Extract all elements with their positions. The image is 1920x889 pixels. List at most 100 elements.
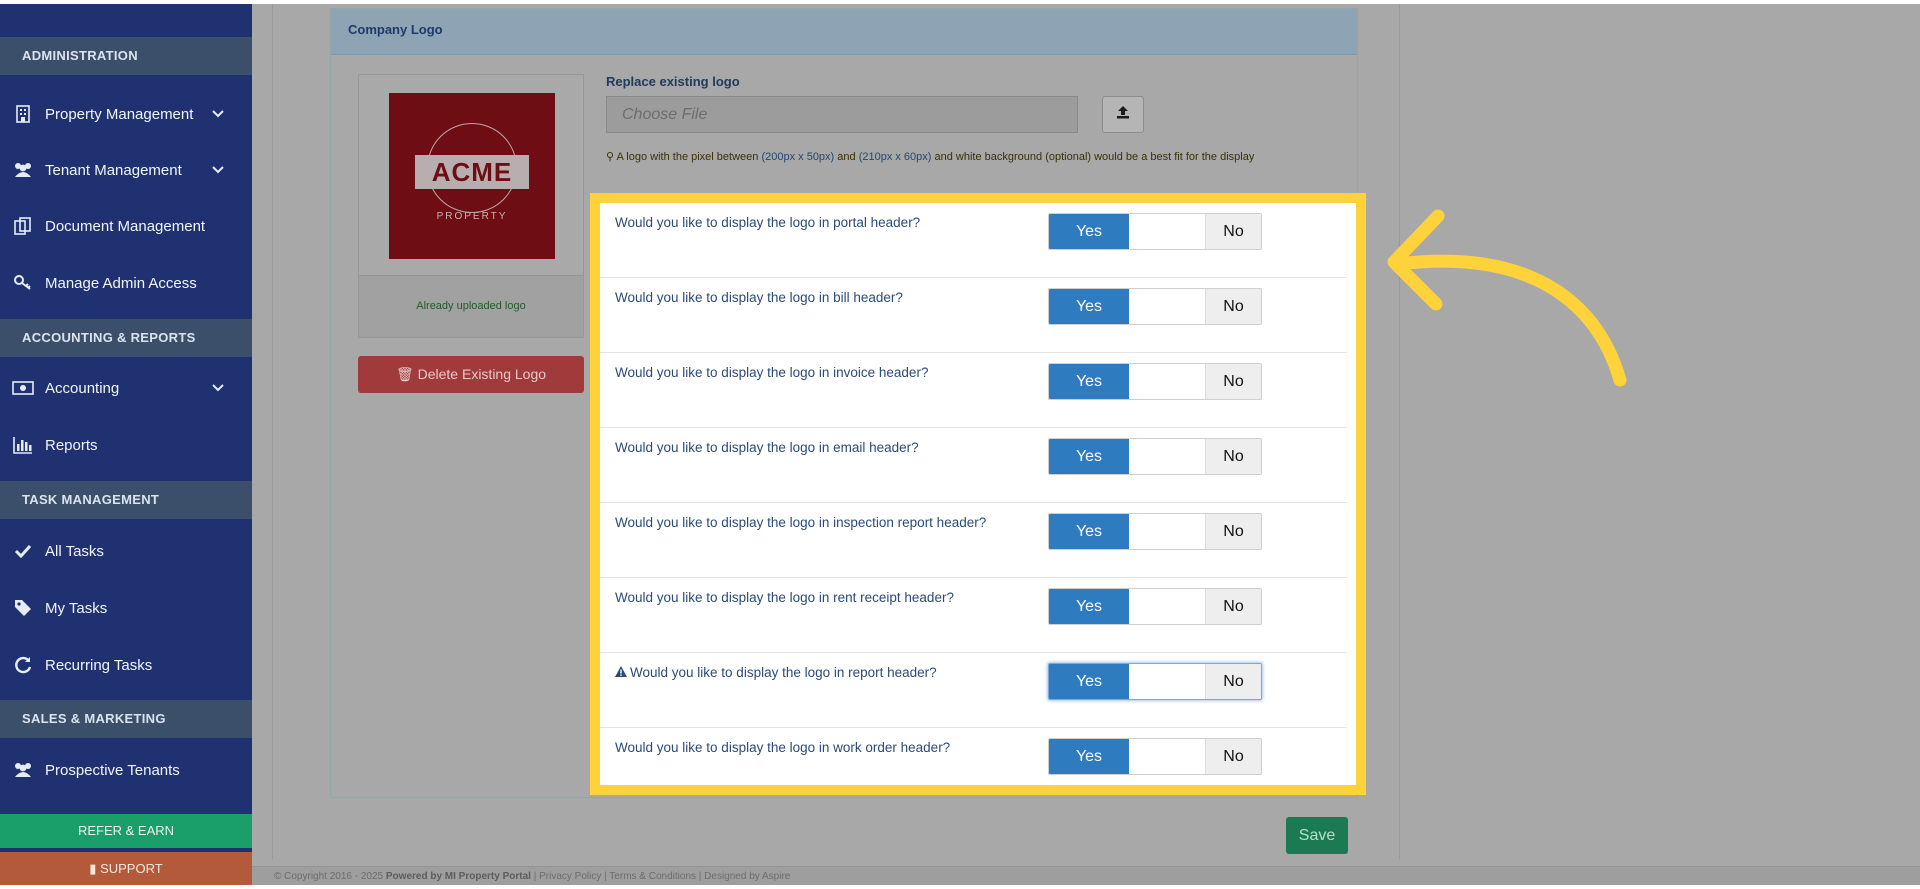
users-icon	[12, 159, 34, 181]
documents-icon	[12, 215, 34, 237]
option-row-work-order-header: Would you like to display the logo in wo…	[600, 728, 1347, 803]
sidebar-item-label: Document Management	[45, 217, 206, 235]
option-question: Would you like to display the logo in in…	[615, 365, 929, 380]
toggle-yes: Yes	[1049, 439, 1129, 474]
building-icon	[12, 103, 34, 125]
option-row-portal-header: Would you like to display the logo in po…	[600, 203, 1347, 278]
inspection-report-header-toggle[interactable]: Yes No	[1048, 513, 1262, 550]
toggle-no: No	[1205, 514, 1261, 549]
bar-chart-icon	[12, 434, 34, 456]
logo-caption: Already uploaded logo	[416, 300, 526, 312]
card-title: Company Logo	[331, 9, 1357, 55]
users-icon	[12, 759, 34, 781]
logo-caption-area: Already uploaded logo	[359, 275, 583, 337]
email-header-toggle[interactable]: Yes No	[1048, 438, 1262, 475]
hint-prefix: A logo with the pixel between	[616, 151, 762, 163]
report-header-toggle[interactable]: Yes No	[1048, 663, 1262, 700]
upload-button[interactable]	[1102, 96, 1144, 133]
sidebar-item-label: Accounting	[45, 379, 120, 397]
option-row-rent-receipt-header: Would you like to display the logo in re…	[600, 578, 1347, 653]
upload-icon	[1115, 104, 1131, 125]
sidebar-item-label: All Tasks	[45, 542, 104, 560]
toggle-yes: Yes	[1049, 364, 1129, 399]
sidebar-item-all-tasks[interactable]: All Tasks	[0, 529, 252, 573]
toggle-no: No	[1205, 214, 1261, 249]
option-question: Would you like to display the logo in em…	[615, 440, 919, 455]
toggle-no: No	[1205, 364, 1261, 399]
option-question: Would you like to display the logo in wo…	[615, 740, 951, 755]
sidebar-item-document-management[interactable]: Document Management	[0, 204, 252, 248]
toggle-yes: Yes	[1049, 289, 1129, 324]
option-question: Would you like to display the logo in po…	[615, 215, 921, 230]
option-row-inspection-report-header: Would you like to display the logo in in…	[600, 503, 1347, 578]
refresh-icon	[12, 654, 34, 676]
check-icon	[12, 540, 34, 562]
key-icon	[12, 272, 34, 294]
sidebar-item-prospective-tenants[interactable]: Prospective Tenants	[0, 748, 252, 792]
sidebar-item-label: Prospective Tenants	[45, 761, 180, 779]
sidebar-item-label: Manage Admin Access	[45, 274, 197, 292]
work-order-header-toggle[interactable]: Yes No	[1048, 738, 1262, 775]
save-button[interactable]: Save	[1286, 817, 1348, 854]
sidebar-item-manage-admin-access[interactable]: Manage Admin Access	[0, 261, 252, 305]
sidebar-item-label: Tenant Management	[45, 161, 182, 179]
hint-size-1: (200px x 50px)	[761, 151, 835, 163]
bill-header-toggle[interactable]: Yes No	[1048, 288, 1262, 325]
footer-copyright: © Copyright 2016 - 2025	[274, 871, 384, 882]
option-row-email-header: Would you like to display the logo in em…	[600, 428, 1347, 503]
logo-text: ACME	[415, 155, 529, 189]
toggle-no: No	[1205, 664, 1261, 699]
chevron-down-icon	[210, 162, 226, 178]
toggle-no: No	[1205, 589, 1261, 624]
option-question: Would you like to display the logo in re…	[615, 665, 937, 680]
sidebar-item-property-management[interactable]: Property Management	[0, 92, 252, 136]
toggle-yes: Yes	[1049, 514, 1129, 549]
file-input[interactable]: Choose File	[606, 96, 1078, 133]
money-icon	[12, 377, 34, 399]
sidebar-item-label: Reports	[45, 436, 98, 454]
sidebar: ADMINISTRATION Property Management Tenan…	[0, 4, 252, 885]
toggle-yes: Yes	[1049, 589, 1129, 624]
tag-icon	[12, 597, 34, 619]
section-sales-marketing: SALES & MARKETING	[0, 700, 252, 738]
sidebar-item-my-tasks[interactable]: My Tasks	[0, 586, 252, 630]
rent-receipt-header-toggle[interactable]: Yes No	[1048, 588, 1262, 625]
refer-earn-button[interactable]: REFER & EARN	[0, 814, 252, 848]
portal-header-toggle[interactable]: Yes No	[1048, 213, 1262, 250]
footer: © Copyright 2016 - 2025 Powered by MI Pr…	[252, 866, 1920, 885]
trash-icon: 🗑	[395, 366, 414, 382]
chevron-down-icon	[210, 106, 226, 122]
lightbulb-icon: ⚲	[606, 151, 615, 163]
option-row-report-header: Would you like to display the logo in re…	[600, 653, 1347, 728]
warning-icon	[615, 665, 627, 680]
sidebar-item-accounting[interactable]: Accounting	[0, 366, 252, 410]
sidebar-item-reports[interactable]: Reports	[0, 423, 252, 467]
toggle-yes: Yes	[1049, 739, 1129, 774]
option-row-invoice-header: Would you like to display the logo in in…	[600, 353, 1347, 428]
chevron-down-icon	[210, 380, 226, 396]
toggle-no: No	[1205, 289, 1261, 324]
annotation-arrow-icon	[1387, 209, 1627, 387]
logo-display-options: Would you like to display the logo in po…	[590, 193, 1366, 795]
option-question-text: Would you like to display the logo in re…	[630, 665, 937, 680]
sidebar-item-label: My Tasks	[45, 599, 108, 617]
invoice-header-toggle[interactable]: Yes No	[1048, 363, 1262, 400]
toggle-no: No	[1205, 439, 1261, 474]
sidebar-item-recurring-tasks[interactable]: Recurring Tasks	[0, 643, 252, 687]
option-question: Would you like to display the logo in in…	[615, 515, 987, 530]
book-icon: ▮	[89, 861, 97, 876]
toggle-yes: Yes	[1049, 214, 1129, 249]
section-task-management: TASK MANAGEMENT	[0, 481, 252, 519]
option-row-bill-header: Would you like to display the logo in bi…	[600, 278, 1347, 353]
support-button[interactable]: ▮ SUPPORT	[0, 852, 252, 885]
sidebar-item-tenant-management[interactable]: Tenant Management	[0, 148, 252, 192]
hint-and: and	[834, 151, 859, 163]
app-frame: ADMINISTRATION Property Management Tenan…	[0, 4, 1920, 885]
hint-suffix: and white background (optional) would be…	[931, 151, 1255, 163]
company-logo-image: ACME PROPERTY	[389, 93, 555, 259]
delete-logo-button[interactable]: 🗑 Delete Existing Logo	[358, 356, 584, 393]
section-accounting-reports: ACCOUNTING & REPORTS	[0, 319, 252, 357]
hint-size-2: (210px x 60px)	[858, 151, 932, 163]
option-question: Would you like to display the logo in bi…	[615, 290, 903, 305]
footer-links[interactable]: | Privacy Policy | Terms & Conditions	[534, 871, 696, 882]
